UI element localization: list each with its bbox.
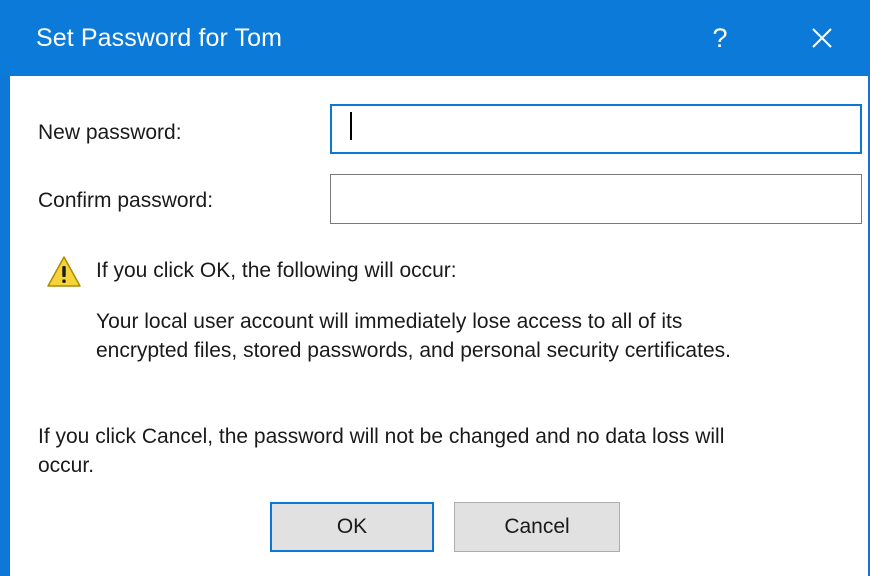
warning-body-line-2: encrypted files, stored passwords, and p…: [96, 339, 731, 362]
ok-button[interactable]: OK: [270, 502, 434, 552]
cancel-button[interactable]: Cancel: [454, 502, 620, 552]
cancel-note-line-1: If you click Cancel, the password will n…: [38, 425, 725, 448]
confirm-password-field[interactable]: [330, 174, 862, 224]
set-password-dialog: Set Password for Tom ? New password: Con…: [0, 0, 870, 576]
dialog-title: Set Password for Tom: [36, 24, 283, 52]
confirm-password-label: Confirm password:: [38, 189, 214, 212]
new-password-label: New password:: [38, 121, 182, 144]
close-button[interactable]: [800, 18, 844, 58]
new-password-field[interactable]: [330, 104, 862, 154]
warning-body-line-1: Your local user account will immediately…: [96, 310, 683, 333]
text-caret: [350, 112, 352, 140]
ok-button-label: OK: [336, 515, 368, 538]
cancel-note-line-2: occur.: [38, 454, 95, 477]
warning-icon: [47, 256, 81, 287]
cancel-button-label: Cancel: [504, 515, 570, 538]
help-button[interactable]: ?: [700, 18, 740, 58]
title-bar: Set Password for Tom ?: [0, 0, 870, 76]
close-icon: [812, 28, 832, 48]
warning-heading: If you click OK, the following will occu…: [96, 259, 457, 282]
